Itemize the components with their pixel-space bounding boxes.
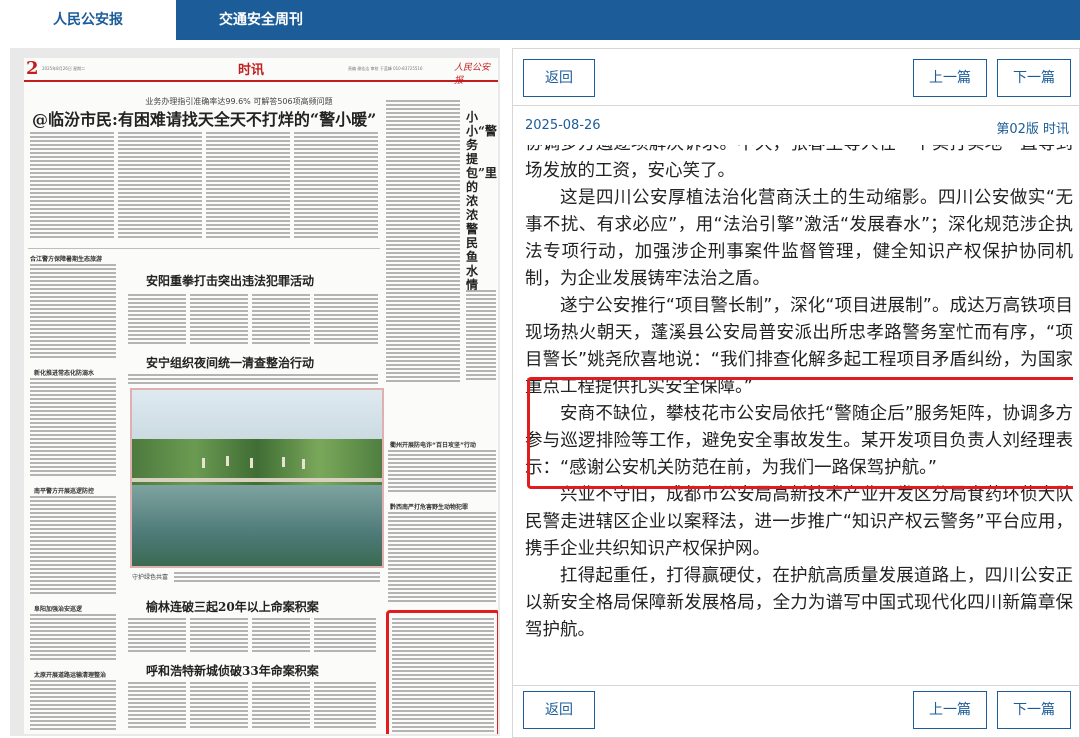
next-article-button-top[interactable]: 下一篇: [997, 59, 1071, 97]
tab-renmin-gongan-bao[interactable]: 人民公安报: [0, 0, 176, 40]
side-article-title[interactable]: 南平警方开展巡逻防控: [34, 486, 94, 495]
article-title-anning[interactable]: 安宁组织夜间统一清查整治行动: [146, 354, 314, 371]
side-article-title[interactable]: 新化推进常态化防溺水: [34, 368, 94, 377]
side-article-title[interactable]: 衢州开展防电诈“百日攻坚”行动: [390, 440, 476, 449]
text-block: [30, 378, 116, 478]
text-block: [314, 682, 376, 730]
prev-article-button-top[interactable]: 上一篇: [913, 59, 987, 97]
text-block: [118, 132, 202, 240]
photo-figure: [302, 459, 305, 469]
lead-article-headline[interactable]: @临汾市民:有困难请找天全天不打烊的“警小暖”: [32, 106, 392, 130]
text-block: [174, 572, 380, 584]
text-block: [30, 264, 116, 360]
text-block: [314, 618, 376, 654]
text-block: [190, 294, 248, 346]
text-block: [252, 294, 310, 346]
photo-caption: 守护绿色共富: [132, 574, 169, 581]
news-photo[interactable]: [130, 388, 384, 568]
side-article-title[interactable]: 黔西南严打危害野生动物犯罪: [390, 502, 468, 511]
divider: [513, 105, 1080, 106]
text-block: [30, 132, 114, 240]
selected-article-highlight[interactable]: [386, 610, 498, 734]
text-block: [128, 618, 186, 654]
article-paragraph: 协调多方遏逐项解决诉求。不久，张春生等人在一个实打实地一直等到场发放的工资，安心…: [525, 145, 1073, 181]
text-block: [128, 682, 186, 730]
article-content[interactable]: 协调多方遏逐项解决诉求。不久，张春生等人在一个实打实地一直等到场发放的工资，安心…: [525, 145, 1073, 685]
back-button-top[interactable]: 返回: [523, 59, 595, 97]
vertical-article-title[interactable]: 小小“警务提包”里的浓浓警民鱼水情: [466, 110, 497, 292]
newspaper-logo: 人民公安报: [454, 63, 491, 86]
article-title-hohhot[interactable]: 呼和浩特新城侦破33年命案积案: [146, 662, 319, 679]
prev-article-button-bottom[interactable]: 上一篇: [913, 691, 987, 729]
text-block: [252, 682, 310, 730]
text-block: [388, 450, 496, 494]
page-number: 2: [26, 58, 39, 79]
text-block: [294, 132, 378, 240]
text-block: [30, 680, 116, 730]
photo-figure: [282, 457, 285, 467]
text-block: [190, 682, 248, 730]
page-header: 2 2025年8月26日 星期二 时讯 责编 谢佳洁 审校 于蓝峰 010-83…: [24, 58, 498, 86]
text-block: [30, 614, 116, 662]
divider: [513, 685, 1080, 686]
article-paragraph: 这是四川公安厚植法治化营商沃土的生动缩影。四川公安做实“无事不扰、有求必应”，用…: [525, 188, 1073, 289]
text-block: [128, 374, 378, 386]
text-block: [388, 512, 496, 604]
page-section-name: 时讯: [238, 63, 265, 78]
paragraph-highlight: [527, 377, 1073, 489]
text-block: [466, 290, 496, 382]
article-title-yulin[interactable]: 榆林连破三起20年以上命案积案: [146, 598, 319, 615]
article-paragraph: 扛得起重任，打得赢硬仗，在护航高质量发展道路上，四川公安正以新安全格局保障新发展…: [525, 566, 1073, 640]
photo-figure: [250, 458, 253, 468]
article-page-info: 第02版 时讯: [996, 122, 1069, 137]
tab-traffic-safety-weekly[interactable]: 交通安全周刊: [176, 0, 346, 40]
page-editors-line: 责编 谢佳洁 审校 于蓝峰 010-83725516: [348, 66, 423, 71]
text-block: [128, 294, 186, 346]
back-button-bottom[interactable]: 返回: [523, 691, 595, 729]
next-article-button-bottom[interactable]: 下一篇: [997, 691, 1071, 729]
page-date-line: 2025年8月26日 星期二: [42, 66, 86, 71]
divider: [28, 248, 380, 249]
article-reader-panel: 返回 上一篇 下一篇 2025-08-26 第02版 时讯 协调多方遏逐项解决诉…: [512, 48, 1080, 738]
article-paragraph: 兴业不守旧，成都市公安局高新技术产业开发区分局食药环侦大队民警走进辖区企业以案释…: [525, 485, 1073, 559]
text-block: [314, 294, 378, 346]
newspaper-page-image[interactable]: 2 2025年8月26日 星期二 时讯 责编 谢佳洁 审校 于蓝峰 010-83…: [24, 58, 498, 734]
photo-figure: [202, 458, 205, 468]
side-article-title[interactable]: 合江警方保障暑期生态旅游: [30, 254, 102, 263]
text-block: [252, 618, 310, 654]
photo-figure: [226, 456, 229, 466]
text-block: [386, 100, 460, 382]
article-date: 2025-08-26: [525, 118, 601, 133]
top-tab-bar: 人民公安报 交通安全周刊: [0, 0, 1080, 40]
article-title-anyang[interactable]: 安阳重拳打击突出违法犯罪活动: [146, 272, 314, 289]
side-article-title[interactable]: 阜阳加强治安巡逻: [34, 604, 82, 613]
newspaper-page-panel: 2 2025年8月26日 星期二 时讯 责编 谢佳洁 审校 于蓝峰 010-83…: [10, 48, 500, 736]
text-block: [30, 496, 116, 596]
text-block: [190, 618, 248, 654]
text-block: [206, 132, 290, 240]
side-article-title[interactable]: 太原开展道路运输清理整治: [34, 670, 106, 679]
